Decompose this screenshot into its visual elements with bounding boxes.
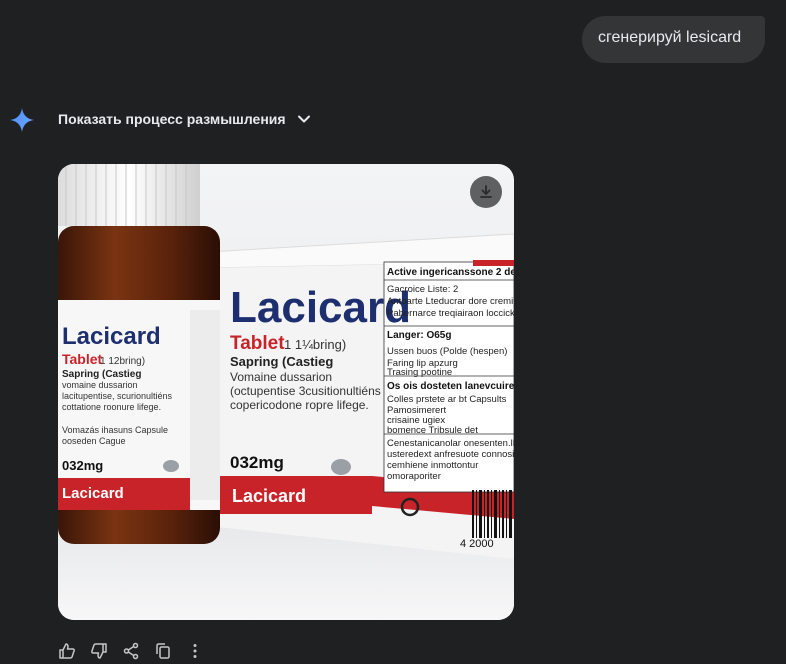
download-icon bbox=[480, 185, 492, 198]
generated-image[interactable]: Lacicard Tablet 1 1¼bring) Sapring (Cast… bbox=[58, 164, 514, 620]
panel-l3: Pabernarce treqiairaon loccick bbox=[387, 308, 514, 319]
box-line1: Sapring (Castieg bbox=[230, 354, 333, 369]
bottle-line2: vomaine dussarion bbox=[62, 380, 138, 390]
bottle-line3: lacitupentise, scurionultiéns bbox=[62, 391, 173, 401]
bottle-line5: Vomazás ihasuns Capsule bbox=[62, 425, 168, 435]
share-icon bbox=[123, 642, 139, 660]
box-subtitle-small: 1 1¼bring) bbox=[284, 337, 346, 352]
bottle-line4: cottatione roonure lifege. bbox=[62, 402, 161, 412]
gemini-sparkle-icon bbox=[10, 108, 34, 132]
copy-button[interactable] bbox=[154, 642, 172, 660]
user-message-bubble: сгенерируй lesicard bbox=[582, 16, 765, 63]
box-line3: (octupentise 3cusitionultiéns bbox=[230, 384, 381, 398]
thumbs-up-button[interactable] bbox=[58, 642, 76, 660]
panel-head: Active ingericanssone 2 desc bbox=[387, 267, 514, 278]
panel-l13: cemhiene inmottontur bbox=[387, 460, 478, 471]
panel-l11: Cenestanicanolar onesenten.lb bbox=[387, 438, 514, 449]
panel-l10: bomence Tribsule det bbox=[387, 425, 478, 436]
panel-head3: Os ois dosteten lanevcuire: bbox=[387, 381, 514, 392]
download-button[interactable] bbox=[470, 176, 502, 208]
panel-l1: Gacroice Liste: 2 bbox=[387, 284, 458, 295]
barcode-number: 4 2000 bbox=[460, 538, 494, 550]
show-thinking-label: Показать процесс размышления bbox=[58, 111, 286, 127]
bottle-band-text: Lacicard bbox=[62, 485, 124, 502]
panel-l2: Antoarte Lteducrar dore cremius bbox=[387, 296, 514, 307]
product-illustration: Lacicard Tablet 1 1¼bring) Sapring (Cast… bbox=[58, 164, 514, 620]
thumbs-down-icon bbox=[91, 643, 107, 659]
response-actions bbox=[58, 642, 204, 660]
panel-l7: Colles prstete ar bt Capsults bbox=[387, 394, 507, 405]
more-vert-icon bbox=[193, 644, 197, 658]
box-dose: 032mg bbox=[230, 453, 284, 472]
bottle-dose: 032mg bbox=[62, 458, 103, 473]
pill-icon bbox=[331, 459, 351, 475]
box-subtitle: Tablet bbox=[230, 333, 285, 354]
bottle-subtitle: Tablet bbox=[62, 351, 103, 367]
panel-l6: Trasing pootine bbox=[387, 367, 452, 378]
thumbs-down-button[interactable] bbox=[90, 642, 108, 660]
user-message-text: сгенерируй lesicard bbox=[598, 29, 742, 46]
panel-head2: Langer: O65g bbox=[387, 330, 451, 341]
copy-icon bbox=[156, 643, 170, 659]
thumbs-up-icon bbox=[59, 643, 75, 659]
panel-l12: usteredext anfresuote connosis bbox=[387, 449, 514, 460]
bottle-cap bbox=[58, 164, 200, 226]
bottle-line1: Sapring (Castieg bbox=[62, 369, 141, 380]
bottle-line6: ooseden Cague bbox=[62, 436, 126, 446]
bottle-brand: Lacicard bbox=[62, 323, 161, 350]
box-line4: copericodone ropre lifege. bbox=[230, 398, 369, 412]
chevron-down-icon bbox=[297, 115, 310, 123]
box-brand: Lacicard bbox=[230, 283, 411, 332]
box-line2: Vomaine dussarion bbox=[230, 370, 332, 384]
panel-l14: omoraporiter bbox=[387, 471, 441, 482]
share-button[interactable] bbox=[122, 642, 140, 660]
bottle-subtitle-small: 1 12bring) bbox=[100, 356, 145, 367]
panel-l4: Ussen buos (Polde (hespen) bbox=[387, 346, 507, 357]
box-band-text: Lacicard bbox=[232, 486, 306, 506]
show-thinking-toggle[interactable]: Показать процесс размышления bbox=[58, 111, 312, 127]
bottle-side-label bbox=[190, 310, 220, 500]
more-options-button[interactable] bbox=[186, 642, 204, 660]
